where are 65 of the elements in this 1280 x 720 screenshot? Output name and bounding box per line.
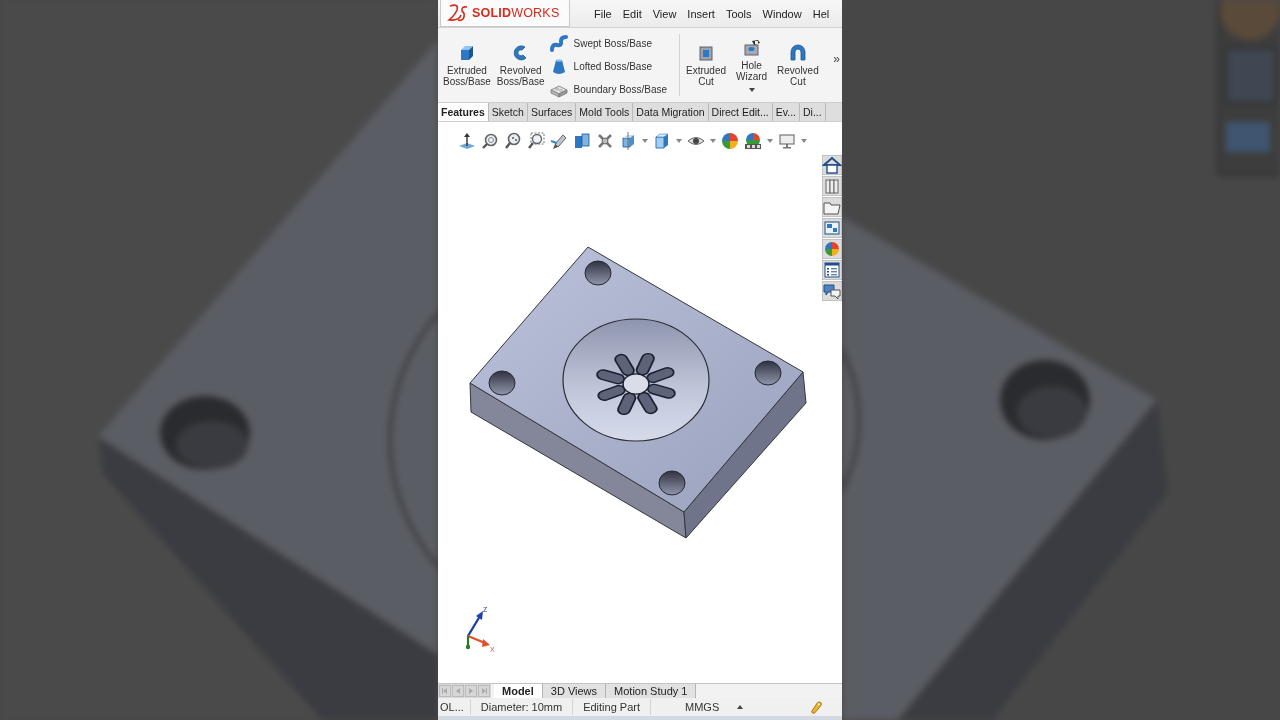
logo-icon — [447, 3, 469, 23]
tab[interactable]: Surfaces — [527, 103, 577, 121]
scene-icon[interactable] — [744, 132, 762, 150]
cut-box-icon — [697, 43, 715, 62]
arch-icon — [788, 43, 807, 62]
pencil-icon[interactable] — [550, 132, 568, 150]
palette-window-icon[interactable] — [822, 218, 842, 238]
menu-item[interactable]: File — [594, 7, 612, 20]
tab[interactable]: Features — [438, 103, 489, 121]
pencil-icon[interactable] — [809, 700, 822, 714]
folder-icon[interactable] — [822, 197, 842, 217]
mounting-hole — [584, 260, 612, 286]
shaded-cube-icon[interactable] — [653, 132, 671, 150]
tab[interactable]: Motion Study 1 — [606, 684, 697, 698]
tab[interactable]: Ev... — [772, 103, 801, 121]
mounting-hole — [488, 370, 516, 396]
tab[interactable]: Model — [494, 684, 543, 698]
more-commands[interactable]: » — [833, 52, 842, 66]
caret-up-icon[interactable] — [737, 705, 744, 709]
magnifier-icon[interactable] — [504, 132, 522, 150]
home-icon[interactable] — [822, 155, 842, 175]
mounting-hole — [658, 470, 686, 496]
x-axis-arrow — [467, 634, 490, 647]
menu-item[interactable]: Hel — [812, 7, 830, 20]
caret-icon[interactable] — [748, 87, 755, 92]
status-text: Diameter: 10mm — [470, 699, 574, 715]
command-button[interactable]: Extruded Cut — [683, 34, 730, 96]
magnifier-icon[interactable] — [481, 132, 499, 150]
brand-name: SOLIDWORKS — [472, 6, 560, 20]
axis-plane-icon[interactable] — [458, 132, 476, 150]
tab[interactable]: Di... — [800, 103, 826, 121]
menu-item[interactable]: Window — [762, 7, 802, 20]
cube-axis-icon[interactable] — [619, 132, 637, 150]
magnifier-icon[interactable] — [527, 132, 545, 150]
menu-item[interactable]: View — [652, 7, 677, 20]
status-text: OL... — [438, 699, 471, 715]
drill-icon — [742, 38, 761, 57]
tab[interactable]: 3D Views — [542, 684, 607, 698]
s-curve-icon — [549, 34, 568, 53]
unit-system[interactable]: MMGS — [685, 701, 720, 713]
command-button[interactable]: Revolved Boss/Base — [493, 28, 548, 102]
menu-item[interactable]: Insert — [687, 7, 715, 20]
menu-item[interactable]: Tools — [725, 7, 752, 20]
monitor-icon[interactable] — [778, 132, 796, 150]
command-button[interactable]: Hole Wizard — [729, 34, 775, 96]
command-button[interactable]: Revolved Cut — [774, 34, 822, 96]
tab[interactable]: Mold Tools — [576, 103, 634, 121]
color-sphere-icon[interactable] — [721, 132, 739, 150]
tab[interactable]: Sketch — [488, 103, 528, 121]
command-button[interactable]: Swept Boss/Base — [547, 32, 671, 55]
cross-icon[interactable] — [596, 132, 614, 150]
chat-bubbles-icon[interactable] — [822, 281, 842, 301]
menu-item[interactable]: Edit — [622, 7, 642, 20]
command-button[interactable]: Boundary Boss/Base — [547, 78, 671, 101]
mounting-hole — [754, 360, 782, 386]
center-hole — [622, 373, 650, 395]
section-box-icon[interactable] — [573, 132, 591, 150]
command-button[interactable]: Extruded Boss/Base — [440, 28, 494, 102]
status-text: Editing Part — [573, 699, 651, 715]
tab[interactable]: Direct Edit... — [708, 103, 773, 121]
command-button[interactable]: Lofted Boss/Base — [547, 55, 671, 78]
list-icon[interactable] — [822, 260, 842, 280]
z-axis-arrow — [466, 611, 483, 637]
y-axis-arrow — [465, 636, 471, 650]
tab[interactable]: Data Migration — [633, 103, 709, 121]
